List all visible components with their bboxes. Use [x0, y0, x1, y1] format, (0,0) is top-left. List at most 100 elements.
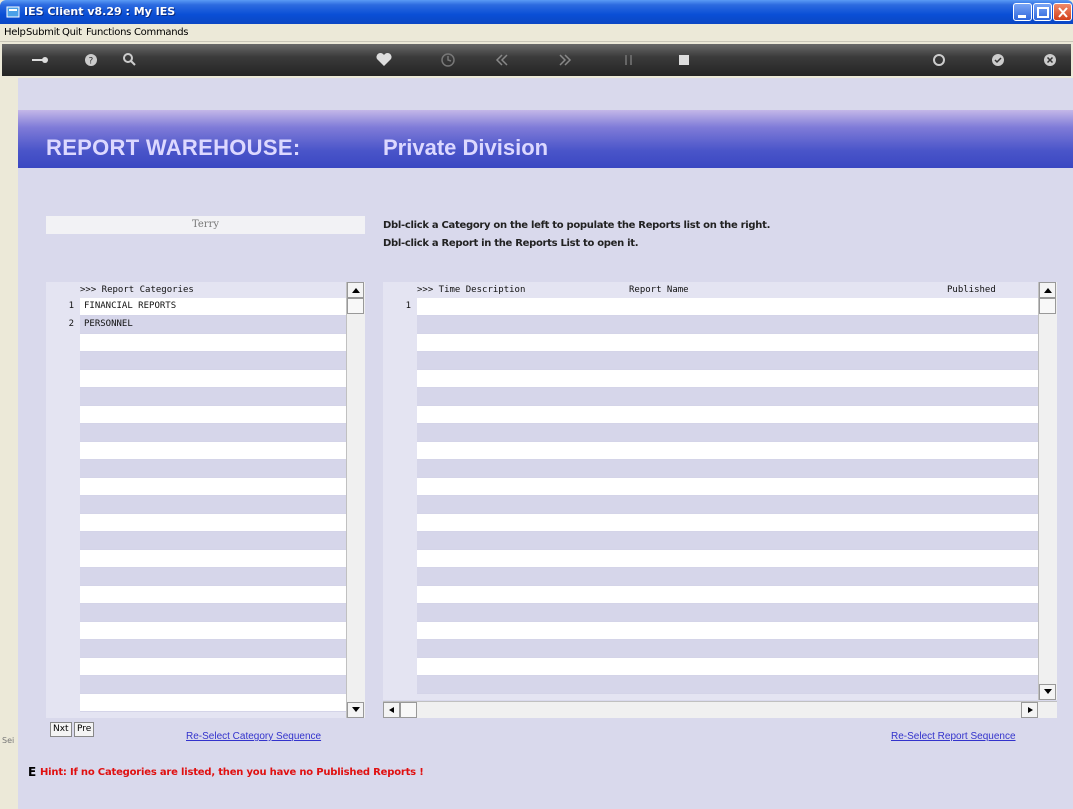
categories-header: >>> Report Categories	[46, 282, 346, 298]
scroll-left-button[interactable]	[383, 702, 400, 718]
categories-scrollbar[interactable]	[346, 282, 365, 718]
next-button[interactable]: Nxt	[50, 722, 72, 737]
table-row[interactable]	[80, 658, 346, 676]
categories-rows: FINANCIAL REPORTS PERSONNEL	[80, 298, 346, 712]
table-row[interactable]	[417, 370, 1038, 388]
stop-icon[interactable]	[674, 51, 694, 69]
refresh-icon[interactable]	[929, 51, 949, 69]
menu-functions[interactable]: Functions	[86, 27, 131, 38]
scroll-down-button[interactable]	[1039, 684, 1056, 700]
window-title: IES Client v8.29 : My IES	[24, 5, 176, 18]
category-row-financial[interactable]: FINANCIAL REPORTS	[80, 298, 346, 316]
svg-text:?: ?	[89, 57, 94, 67]
table-row[interactable]	[80, 586, 346, 604]
page-title: REPORT WAREHOUSE:	[46, 135, 301, 160]
help-icon[interactable]: ?	[81, 51, 101, 69]
tools-icon[interactable]	[619, 51, 639, 69]
table-row[interactable]	[417, 496, 1038, 514]
reselect-report-link[interactable]: Re-Select Report Sequence	[891, 731, 1016, 742]
table-row[interactable]	[417, 568, 1038, 586]
key-icon[interactable]	[30, 51, 50, 69]
table-row[interactable]	[80, 604, 346, 622]
table-row[interactable]	[417, 550, 1038, 568]
maximize-button[interactable]	[1033, 3, 1052, 21]
table-row[interactable]	[80, 406, 346, 424]
scroll-down-button[interactable]	[347, 702, 364, 718]
instruction-line-2: Dbl-click a Report in the Reports List t…	[383, 238, 639, 249]
table-row[interactable]	[80, 514, 346, 532]
close-icon[interactable]	[1040, 51, 1060, 69]
hscroll-thumb[interactable]	[400, 702, 417, 718]
table-row[interactable]	[417, 622, 1038, 640]
table-row[interactable]	[80, 676, 346, 694]
menu-commands[interactable]: Commands	[134, 27, 189, 38]
row-number: 1	[68, 301, 74, 311]
table-row[interactable]	[80, 640, 346, 658]
table-row[interactable]	[80, 388, 346, 406]
table-row[interactable]	[417, 532, 1038, 550]
table-row[interactable]	[80, 496, 346, 514]
check-icon[interactable]	[988, 51, 1008, 69]
table-row[interactable]	[417, 658, 1038, 676]
clock-icon[interactable]	[438, 51, 458, 69]
table-row[interactable]	[417, 676, 1038, 694]
category-row-personnel[interactable]: PERSONNEL	[80, 316, 346, 334]
table-row[interactable]	[417, 442, 1038, 460]
table-row[interactable]	[417, 316, 1038, 334]
table-row[interactable]	[417, 298, 1038, 316]
search-icon[interactable]	[120, 51, 140, 69]
table-row[interactable]	[417, 352, 1038, 370]
reports-rownums: 1	[383, 298, 417, 700]
table-row[interactable]	[80, 352, 346, 370]
table-row[interactable]	[417, 514, 1038, 532]
scroll-up-button[interactable]	[347, 282, 364, 298]
app-window: IES Client v8.29 : My IES Help Submit Qu…	[0, 0, 1073, 809]
scroll-thumb[interactable]	[1039, 298, 1056, 314]
toolbar: ?	[2, 44, 1071, 76]
scroll-up-button[interactable]	[1039, 282, 1056, 298]
table-row[interactable]	[417, 460, 1038, 478]
hint-text: Hint: If no Categories are listed, then …	[40, 767, 424, 778]
col-time-description[interactable]: >>> Time Description	[417, 282, 525, 298]
scroll-thumb[interactable]	[347, 298, 364, 314]
menu-help[interactable]: Help	[4, 27, 26, 38]
table-row[interactable]	[80, 622, 346, 640]
reselect-category-link[interactable]: Re-Select Category Sequence	[186, 731, 321, 742]
table-row[interactable]	[417, 424, 1038, 442]
table-row[interactable]	[80, 532, 346, 550]
close-window-button[interactable]	[1053, 3, 1072, 21]
col-report-name[interactable]: Report Name	[629, 282, 689, 298]
row-number: 2	[68, 319, 74, 329]
reports-hscrollbar[interactable]	[383, 701, 1057, 718]
table-row[interactable]	[80, 568, 346, 586]
reports-scrollbar[interactable]	[1038, 282, 1057, 700]
table-row[interactable]	[417, 640, 1038, 658]
previous-button[interactable]: Pre	[74, 722, 95, 737]
table-row[interactable]	[80, 424, 346, 442]
forward-icon[interactable]	[555, 51, 575, 69]
table-row[interactable]	[80, 334, 346, 352]
table-row[interactable]	[80, 478, 346, 496]
table-row[interactable]	[417, 334, 1038, 352]
menu-quit[interactable]: Quit	[62, 27, 82, 38]
scroll-right-button[interactable]	[1021, 702, 1038, 718]
col-published[interactable]: Published	[947, 282, 996, 298]
table-row[interactable]	[80, 694, 346, 712]
table-row[interactable]	[417, 604, 1038, 622]
table-row[interactable]	[80, 442, 346, 460]
reports-grid: >>> Time Description Report Name Publish…	[383, 282, 1057, 700]
division-title: Private Division	[383, 135, 549, 160]
side-label: Sei	[2, 736, 15, 745]
table-row[interactable]	[80, 550, 346, 568]
table-row[interactable]	[417, 406, 1038, 424]
table-row[interactable]	[80, 370, 346, 388]
table-row[interactable]	[417, 586, 1038, 604]
table-row[interactable]	[417, 388, 1038, 406]
table-row[interactable]	[417, 478, 1038, 496]
minimize-button[interactable]	[1013, 3, 1032, 21]
heart-icon[interactable]	[374, 51, 394, 69]
table-row[interactable]	[80, 460, 346, 478]
rewind-icon[interactable]	[492, 51, 512, 69]
reports-rows	[417, 298, 1038, 694]
menu-submit[interactable]: Submit	[26, 27, 60, 38]
